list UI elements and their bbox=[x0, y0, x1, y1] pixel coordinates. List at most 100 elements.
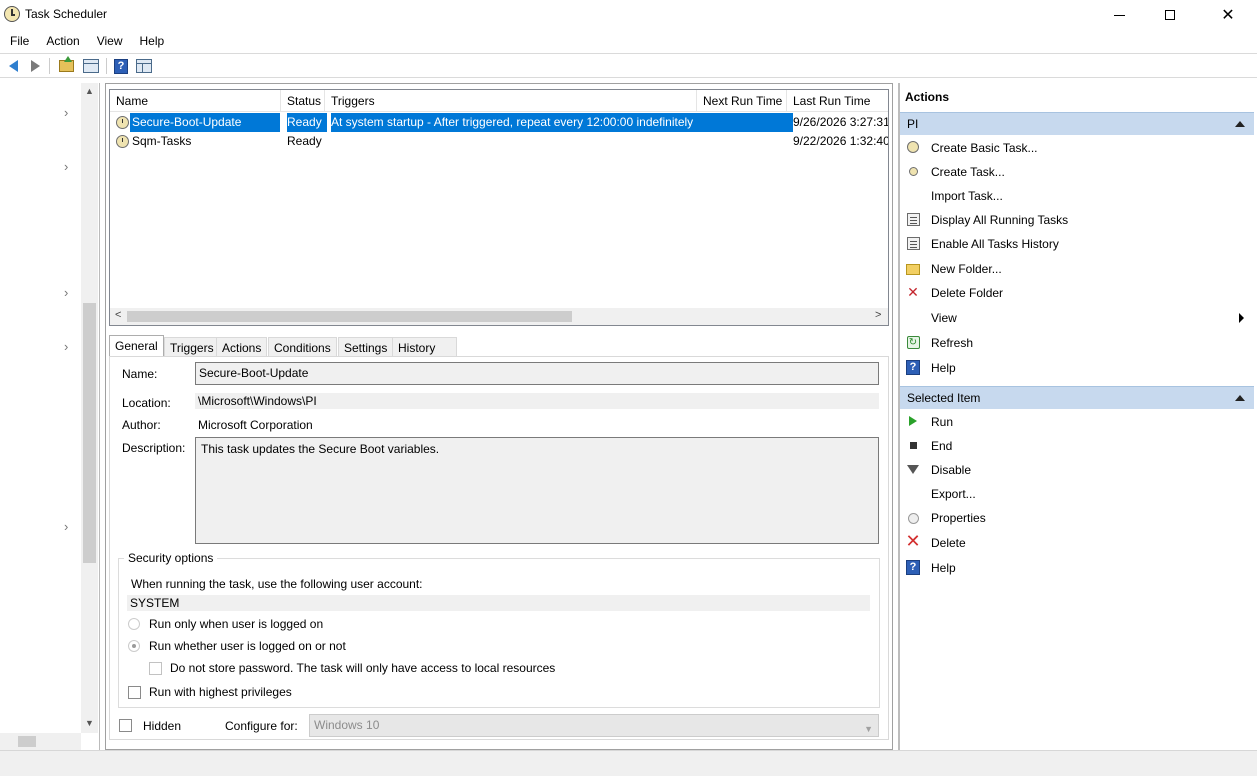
location-value: \Microsoft\Windows\PI bbox=[195, 393, 879, 409]
toolbar-help-button[interactable]: ? bbox=[112, 57, 130, 75]
scroll-thumb[interactable] bbox=[127, 311, 572, 322]
task-last-run: 9/22/2026 1:32:40 bbox=[793, 134, 888, 148]
tab-actions[interactable]: Actions bbox=[216, 337, 268, 357]
task-next-run bbox=[693, 113, 793, 132]
tree-expand-chevron-icon[interactable]: › bbox=[64, 105, 68, 120]
scroll-right-icon[interactable]: > bbox=[875, 309, 881, 321]
scroll-thumb[interactable] bbox=[18, 736, 36, 747]
console-tree: › › › › › ▲ ▼ bbox=[0, 83, 100, 750]
new-folder-icon bbox=[906, 262, 920, 276]
refresh-icon: ↻ bbox=[906, 335, 920, 349]
tab-triggers[interactable]: Triggers bbox=[164, 337, 220, 357]
up-one-level-button[interactable] bbox=[57, 56, 75, 75]
task-status: Ready bbox=[287, 134, 322, 148]
column-header-triggers[interactable]: Triggers bbox=[325, 90, 697, 112]
do-not-store-password-checkbox[interactable] bbox=[149, 662, 162, 675]
tab-conditions[interactable]: Conditions bbox=[268, 337, 337, 357]
scroll-thumb[interactable] bbox=[83, 303, 96, 563]
task-clock-icon bbox=[116, 135, 129, 148]
author-label: Author: bbox=[122, 418, 161, 432]
scroll-up-icon[interactable]: ▲ bbox=[85, 86, 94, 96]
column-header-name[interactable]: Name bbox=[110, 90, 281, 112]
window-title: Task Scheduler bbox=[25, 7, 108, 21]
up-folder-icon bbox=[58, 56, 74, 72]
actions-section-header-selected-item[interactable]: Selected Item bbox=[900, 386, 1254, 409]
radio-run-whether-logged-on[interactable] bbox=[128, 640, 140, 652]
scroll-left-icon[interactable]: < bbox=[115, 309, 121, 321]
radio-run-when-logged-on-label: Run only when user is logged on bbox=[149, 617, 324, 631]
menu-help[interactable]: Help bbox=[130, 34, 172, 48]
run-highest-privileges-checkbox[interactable] bbox=[128, 686, 141, 699]
back-arrow-icon bbox=[8, 60, 18, 72]
tree-expand-chevron-icon[interactable]: › bbox=[64, 339, 68, 354]
configure-for-label: Configure for: bbox=[225, 719, 298, 733]
action-help[interactable]: Help bbox=[931, 361, 956, 375]
task-list-horizontal-scrollbar[interactable]: < > bbox=[110, 308, 888, 325]
task-scheduler-clock-icon bbox=[4, 6, 20, 22]
action-create-task[interactable]: Create Task... bbox=[931, 165, 1005, 179]
section-header-label: Selected Item bbox=[907, 391, 981, 405]
minimize-button[interactable] bbox=[1090, 0, 1148, 30]
actions-section-header-pi[interactable]: PI bbox=[900, 112, 1254, 135]
end-icon bbox=[906, 438, 920, 452]
collapse-arrow-icon[interactable] bbox=[1235, 395, 1245, 401]
collapse-arrow-icon[interactable] bbox=[1235, 121, 1245, 127]
tree-vertical-scrollbar[interactable]: ▲ ▼ bbox=[81, 83, 98, 733]
action-enable-all-tasks-history[interactable]: Enable All Tasks History bbox=[931, 237, 1059, 251]
tree-expand-chevron-icon[interactable]: › bbox=[64, 159, 68, 174]
menu-file[interactable]: File bbox=[0, 34, 36, 48]
action-delete[interactable]: Delete bbox=[931, 536, 966, 550]
action-create-basic-task[interactable]: Create Basic Task... bbox=[931, 141, 1038, 155]
tab-history[interactable]: History (disabled) bbox=[392, 337, 457, 376]
delete-folder-icon: ✕ bbox=[907, 283, 919, 300]
create-task-icon bbox=[906, 164, 920, 178]
scroll-down-icon[interactable]: ▼ bbox=[85, 718, 94, 728]
help-icon: ? bbox=[906, 359, 920, 375]
task-next-run bbox=[693, 132, 793, 151]
actions-pane-title: Actions bbox=[905, 90, 950, 104]
action-run[interactable]: Run bbox=[931, 415, 953, 429]
tree-horizontal-scrollbar[interactable] bbox=[0, 733, 81, 750]
configure-for-select[interactable]: Windows 10 ▼ bbox=[309, 714, 879, 737]
tree-expand-chevron-icon[interactable]: › bbox=[64, 519, 68, 534]
action-new-folder[interactable]: New Folder... bbox=[931, 262, 1002, 276]
action-help-selected[interactable]: Help bbox=[931, 561, 956, 575]
minimize-icon bbox=[1113, 14, 1125, 16]
tab-settings[interactable]: Settings bbox=[338, 337, 394, 357]
action-refresh[interactable]: Refresh bbox=[931, 336, 973, 350]
task-row[interactable]: Sqm-Tasks Ready 9/22/2026 1:32:40 bbox=[110, 132, 888, 151]
location-label: Location: bbox=[122, 396, 171, 410]
action-view[interactable]: View bbox=[931, 311, 957, 325]
column-header-next-run-time[interactable]: Next Run Time bbox=[697, 90, 787, 112]
menu-action[interactable]: Action bbox=[36, 34, 86, 48]
description-field[interactable]: This task updates the Secure Boot variab… bbox=[195, 437, 879, 544]
back-button[interactable] bbox=[4, 57, 22, 75]
close-button[interactable]: ✕ bbox=[1199, 0, 1257, 30]
column-header-last-run-time[interactable]: Last Run Time bbox=[787, 90, 888, 112]
action-delete-folder[interactable]: Delete Folder bbox=[931, 286, 1003, 300]
action-pane-icon bbox=[136, 59, 152, 73]
action-end[interactable]: End bbox=[931, 439, 952, 453]
column-header-status[interactable]: Status bbox=[281, 90, 325, 112]
show-hide-console-tree-button[interactable] bbox=[82, 57, 100, 75]
action-import-task[interactable]: Import Task... bbox=[931, 189, 1003, 203]
forward-button[interactable] bbox=[26, 57, 44, 75]
action-display-all-running-tasks[interactable]: Display All Running Tasks bbox=[931, 213, 1068, 227]
tab-general[interactable]: General bbox=[109, 335, 164, 358]
properties-icon bbox=[906, 511, 920, 525]
show-hide-action-pane-button[interactable] bbox=[135, 57, 153, 75]
maximize-button[interactable] bbox=[1141, 0, 1199, 30]
security-options-title: Security options bbox=[124, 551, 218, 565]
action-properties[interactable]: Properties bbox=[931, 511, 986, 525]
hidden-checkbox[interactable] bbox=[119, 719, 132, 732]
menu-view[interactable]: View bbox=[87, 34, 130, 48]
radio-run-when-logged-on[interactable] bbox=[128, 618, 140, 630]
action-export[interactable]: Export... bbox=[931, 487, 976, 501]
task-list-header: Name Status Triggers Next Run Time Last … bbox=[110, 90, 888, 112]
task-list: Name Status Triggers Next Run Time Last … bbox=[109, 89, 889, 326]
action-disable[interactable]: Disable bbox=[931, 463, 971, 477]
tree-expand-chevron-icon[interactable]: › bbox=[64, 285, 68, 300]
task-row[interactable]: Secure-Boot-Update Ready At system start… bbox=[110, 113, 888, 132]
help-icon: ? bbox=[906, 559, 920, 575]
name-field[interactable]: Secure-Boot-Update bbox=[195, 362, 879, 385]
